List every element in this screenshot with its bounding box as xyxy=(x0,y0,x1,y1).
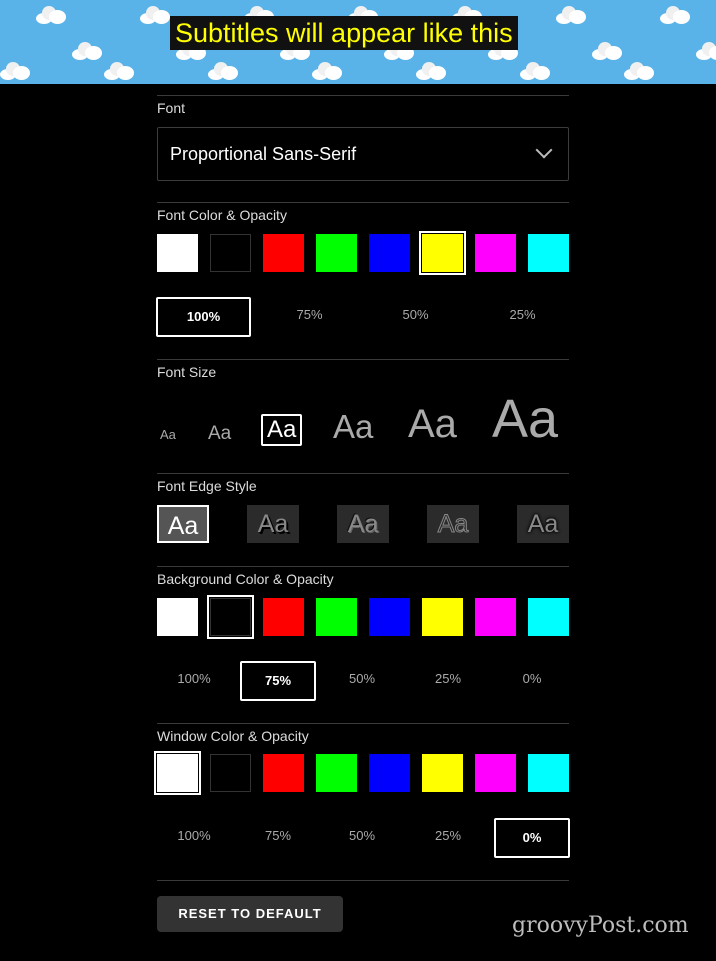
reset-to-default-button[interactable]: RESET TO DEFAULT xyxy=(157,896,343,932)
font-color-swatch[interactable] xyxy=(419,231,466,275)
cloud-icon xyxy=(312,62,342,80)
cloud-icon xyxy=(0,62,30,80)
edge-style-option[interactable]: Aa xyxy=(427,505,479,543)
font-color-opacity-option[interactable]: 50% xyxy=(368,297,463,337)
cloud-icon xyxy=(624,62,654,80)
font-dropdown-value: Proportional Sans-Serif xyxy=(170,144,357,164)
background-color-swatch[interactable] xyxy=(369,598,410,636)
font-size-option[interactable]: Aa xyxy=(492,392,558,446)
font-color-swatch[interactable] xyxy=(475,234,516,272)
window-color-swatch[interactable] xyxy=(316,754,357,792)
window-color-opacity-option[interactable]: 50% xyxy=(324,818,400,858)
watermark: groovyPost.com xyxy=(512,913,689,938)
cloud-icon xyxy=(36,6,66,24)
font-color-opacity-option[interactable]: 100% xyxy=(156,297,251,337)
divider xyxy=(157,880,569,881)
background-color-swatch[interactable] xyxy=(207,595,254,639)
font-color-label: Font Color & Opacity xyxy=(157,207,287,223)
divider xyxy=(157,359,569,360)
divider xyxy=(157,473,569,474)
font-color-swatch[interactable] xyxy=(369,234,410,272)
background-color-swatch[interactable] xyxy=(422,598,463,636)
window-color-opacity-option[interactable]: 0% xyxy=(494,818,570,858)
cloud-icon xyxy=(416,62,446,80)
font-color-swatch[interactable] xyxy=(528,234,569,272)
font-color-swatch[interactable] xyxy=(157,234,198,272)
window-color-swatch[interactable] xyxy=(154,751,201,795)
window-color-swatch[interactable] xyxy=(263,754,304,792)
edge-style-label: Font Edge Style xyxy=(157,478,257,494)
background-color-swatch[interactable] xyxy=(528,598,569,636)
font-size-option[interactable]: Aa xyxy=(333,410,373,443)
background-color-opacity-option[interactable]: 100% xyxy=(156,661,232,701)
font-size-option[interactable]: Aa xyxy=(208,424,231,443)
cloud-icon xyxy=(140,6,170,24)
font-color-opacity-option[interactable]: 25% xyxy=(475,297,570,337)
cloud-icon xyxy=(660,6,690,24)
edge-style-option[interactable]: Aa xyxy=(157,505,209,543)
window-color-opacity-option[interactable]: 25% xyxy=(410,818,486,858)
window-color-swatch[interactable] xyxy=(369,754,410,792)
cloud-icon xyxy=(696,42,716,60)
subtitle-preview: Subtitles will appear like this xyxy=(0,0,716,84)
window-color-swatch[interactable] xyxy=(422,754,463,792)
cloud-icon xyxy=(72,42,102,60)
background-color-opacity-option[interactable]: 0% xyxy=(494,661,570,701)
window-color-opacity-option[interactable]: 100% xyxy=(156,818,232,858)
background-color-opacity-option[interactable]: 50% xyxy=(324,661,400,701)
cloud-icon xyxy=(592,42,622,60)
background-color-swatch[interactable] xyxy=(316,598,357,636)
font-dropdown[interactable]: Proportional Sans-Serif xyxy=(157,127,569,181)
divider xyxy=(157,566,569,567)
font-size-label: Font Size xyxy=(157,364,217,380)
background-color-swatch[interactable] xyxy=(157,598,198,636)
preview-text: Subtitles will appear like this xyxy=(170,16,518,50)
font-size-option[interactable]: Aa xyxy=(160,428,176,441)
font-color-swatch[interactable] xyxy=(210,234,251,272)
window-color-swatch[interactable] xyxy=(210,754,251,792)
font-size-option[interactable]: Aa xyxy=(261,414,303,446)
background-color-label: Background Color & Opacity xyxy=(157,571,334,587)
font-size-option[interactable]: Aa xyxy=(408,404,457,444)
window-color-swatch[interactable] xyxy=(475,754,516,792)
cloud-icon xyxy=(104,62,134,80)
font-color-opacity-option[interactable]: 75% xyxy=(262,297,357,337)
window-color-opacity-option[interactable]: 75% xyxy=(240,818,316,858)
font-color-swatch[interactable] xyxy=(263,234,304,272)
background-color-opacity-option[interactable]: 75% xyxy=(240,661,316,701)
cloud-icon xyxy=(520,62,550,80)
divider xyxy=(157,95,569,96)
edge-style-option[interactable]: Aa xyxy=(517,505,569,543)
font-color-swatch[interactable] xyxy=(316,234,357,272)
background-color-swatch[interactable] xyxy=(263,598,304,636)
window-color-swatch[interactable] xyxy=(528,754,569,792)
background-color-swatch[interactable] xyxy=(475,598,516,636)
cloud-icon xyxy=(556,6,586,24)
font-label: Font xyxy=(157,100,186,116)
chevron-down-icon xyxy=(535,141,553,159)
cloud-icon xyxy=(208,62,238,80)
window-color-label: Window Color & Opacity xyxy=(157,728,309,744)
background-color-opacity-option[interactable]: 25% xyxy=(410,661,486,701)
divider xyxy=(157,723,569,724)
edge-style-option[interactable]: Aa xyxy=(247,505,299,543)
divider xyxy=(157,202,569,203)
edge-style-option[interactable]: Aa xyxy=(337,505,389,543)
